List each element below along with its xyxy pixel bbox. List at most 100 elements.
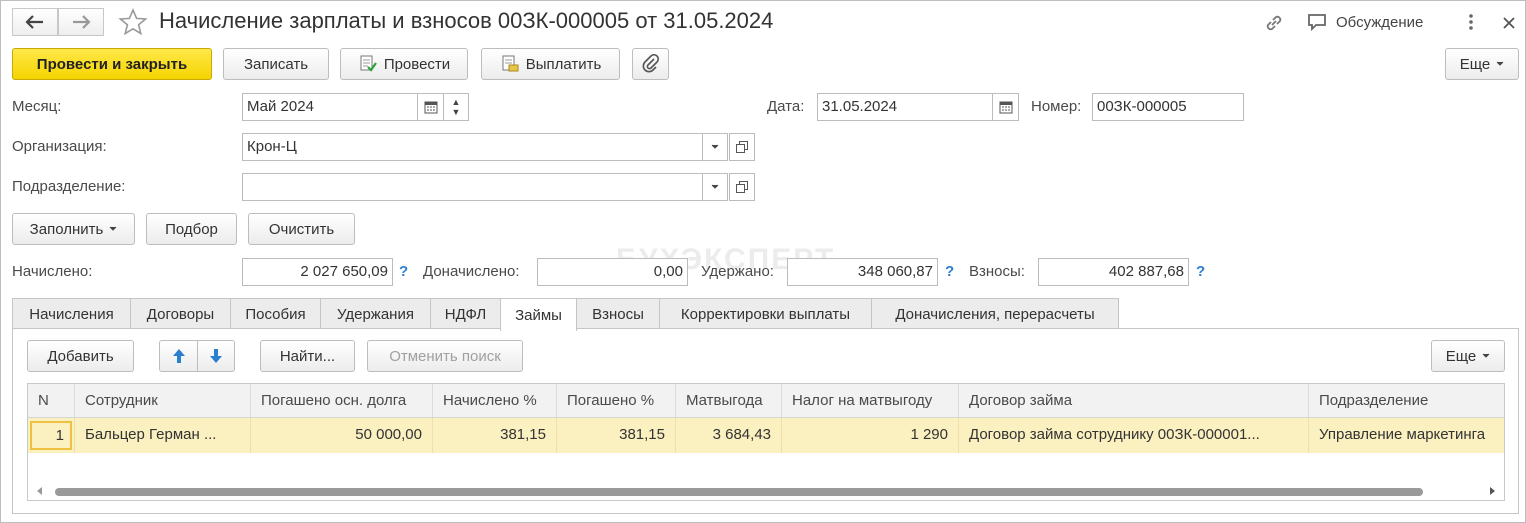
select-button[interactable]: Подбор bbox=[146, 213, 237, 245]
find-button[interactable]: Найти... bbox=[260, 340, 355, 372]
tab-contracts[interactable]: Договоры bbox=[130, 298, 231, 329]
withheld-value: 348 060,87 bbox=[787, 258, 938, 286]
arrow-down-icon bbox=[210, 349, 222, 363]
material-benefit-cell[interactable]: 3 684,43 bbox=[676, 418, 782, 453]
organization-field[interactable]: Крон-Ц bbox=[242, 133, 703, 161]
tab-recalculations[interactable]: Доначисления, перерасчеты bbox=[871, 298, 1119, 329]
column-header-employee[interactable]: Сотрудник bbox=[75, 384, 251, 418]
interest-repaid-cell[interactable]: 381,15 bbox=[557, 418, 676, 453]
contributions-help-icon[interactable]: ? bbox=[1196, 263, 1205, 280]
month-calendar-button[interactable] bbox=[417, 93, 444, 121]
horizontal-scrollbar[interactable] bbox=[29, 484, 1503, 498]
chevron-down-icon bbox=[711, 184, 719, 189]
date-label: Дата: bbox=[767, 98, 805, 115]
loan-contract-cell[interactable]: Договор займа сотруднику 00ЗК-000001... bbox=[959, 418, 1309, 453]
spin-up-icon[interactable]: ▲ bbox=[452, 97, 461, 107]
page-title: Начисление зарплаты и взносов 00ЗК-00000… bbox=[159, 8, 774, 33]
tab-loans[interactable]: Займы bbox=[500, 298, 577, 331]
more-button-label: Еще bbox=[1459, 55, 1491, 73]
tab-ndfl[interactable]: НДФЛ bbox=[430, 298, 501, 329]
column-header-interest-accrued[interactable]: Начислено % bbox=[433, 384, 557, 418]
accrued-value: 2 027 650,09 bbox=[242, 258, 393, 286]
number-field[interactable]: 00ЗК-000005 bbox=[1092, 93, 1244, 121]
department-dropdown-button[interactable] bbox=[702, 173, 728, 201]
save-button[interactable]: Записать bbox=[223, 48, 329, 80]
loans-table: N Сотрудник Погашено осн. долга Начислен… bbox=[27, 383, 1505, 501]
arrow-left-icon bbox=[25, 15, 43, 29]
calendar-icon bbox=[999, 101, 1012, 114]
pay-button[interactable]: Выплатить bbox=[481, 48, 620, 80]
cancel-search-button[interactable]: Отменить поиск bbox=[367, 340, 523, 372]
fill-button[interactable]: Заполнить bbox=[12, 213, 135, 245]
clear-button[interactable]: Очистить bbox=[248, 213, 355, 245]
discussion-button[interactable]: Обсуждение bbox=[1306, 12, 1423, 32]
department-cell[interactable]: Управление маркетинга bbox=[1309, 418, 1504, 453]
arrow-right-icon bbox=[73, 15, 91, 29]
organization-dropdown-button[interactable] bbox=[702, 133, 728, 161]
month-label: Месяц: bbox=[12, 98, 62, 115]
forward-button[interactable] bbox=[58, 8, 104, 36]
more-vertical-icon[interactable] bbox=[1465, 12, 1477, 36]
withheld-help-icon[interactable]: ? bbox=[945, 263, 954, 280]
department-field[interactable] bbox=[242, 173, 703, 201]
chevron-down-icon bbox=[711, 144, 719, 149]
tab-accruals[interactable]: Начисления bbox=[12, 298, 131, 329]
chevron-down-icon bbox=[109, 226, 117, 231]
accrued-help-icon[interactable]: ? bbox=[399, 263, 408, 280]
organization-open-button[interactable] bbox=[729, 133, 755, 161]
employee-cell[interactable]: Бальцер Герман ... bbox=[75, 418, 251, 453]
row-number-cell[interactable]: 1 bbox=[28, 418, 75, 453]
tab-payment-adjustments[interactable]: Корректировки выплаты bbox=[659, 298, 872, 329]
department-open-button[interactable] bbox=[729, 173, 755, 201]
month-field[interactable]: Май 2024 bbox=[242, 93, 418, 121]
tab-benefits[interactable]: Пособия bbox=[230, 298, 321, 329]
scrollbar-thumb[interactable] bbox=[55, 488, 1423, 496]
principal-repaid-cell[interactable]: 50 000,00 bbox=[251, 418, 433, 453]
post-button[interactable]: Провести bbox=[340, 48, 468, 80]
table-more-label: Еще bbox=[1445, 347, 1477, 365]
date-field[interactable]: 31.05.2024 bbox=[817, 93, 993, 121]
withheld-label: Удержано: bbox=[701, 263, 774, 280]
more-button[interactable]: Еще bbox=[1445, 48, 1519, 80]
post-document-icon bbox=[360, 55, 377, 72]
column-header-material-benefit[interactable]: Матвыгода bbox=[676, 384, 782, 418]
add-button[interactable]: Добавить bbox=[27, 340, 134, 372]
column-header-n[interactable]: N bbox=[28, 384, 75, 418]
contributions-value: 402 887,68 bbox=[1038, 258, 1189, 286]
interest-accrued-cell[interactable]: 381,15 bbox=[433, 418, 557, 453]
document-window: Начисление зарплаты и взносов 00ЗК-00000… bbox=[0, 0, 1526, 523]
calendar-icon bbox=[424, 101, 437, 114]
pay-document-icon bbox=[502, 55, 519, 72]
spin-down-icon[interactable]: ▼ bbox=[452, 107, 461, 117]
column-header-interest-repaid[interactable]: Погашено % bbox=[557, 384, 676, 418]
move-up-button[interactable] bbox=[159, 340, 198, 372]
title-bar: Начисление зарплаты и взносов 00ЗК-00000… bbox=[1, 1, 1526, 43]
tab-contributions[interactable]: Взносы bbox=[576, 298, 660, 329]
month-spinner[interactable]: ▲ ▼ bbox=[443, 93, 469, 121]
attach-button[interactable] bbox=[632, 48, 669, 80]
extra-accrued-value: 0,00 bbox=[537, 258, 688, 286]
benefit-tax-cell[interactable]: 1 290 bbox=[782, 418, 959, 453]
contributions-label: Взносы: bbox=[969, 263, 1025, 280]
table-more-button[interactable]: Еще bbox=[1431, 340, 1505, 372]
close-icon[interactable] bbox=[1501, 12, 1517, 36]
post-button-label: Провести bbox=[383, 55, 451, 73]
column-header-department[interactable]: Подразделение bbox=[1309, 384, 1504, 418]
arrow-up-icon bbox=[172, 349, 185, 363]
move-down-button[interactable] bbox=[197, 340, 235, 372]
favorite-star-icon[interactable] bbox=[118, 7, 148, 40]
extra-accrued-label: Доначислено: bbox=[423, 263, 520, 280]
chevron-down-icon bbox=[1482, 353, 1490, 358]
tab-deductions[interactable]: Удержания bbox=[320, 298, 431, 329]
column-header-benefit-tax[interactable]: Налог на матвыгоду bbox=[782, 384, 959, 418]
scroll-left-icon[interactable] bbox=[37, 487, 43, 495]
back-button[interactable] bbox=[12, 8, 58, 36]
column-header-loan-contract[interactable]: Договор займа bbox=[959, 384, 1309, 418]
scroll-right-icon[interactable] bbox=[1489, 487, 1495, 495]
row-number: 1 bbox=[30, 421, 72, 450]
discussion-label: Обсуждение bbox=[1336, 13, 1424, 31]
date-calendar-button[interactable] bbox=[992, 93, 1019, 121]
post-and-close-button[interactable]: Провести и закрыть bbox=[12, 48, 212, 80]
link-icon[interactable] bbox=[1263, 12, 1285, 38]
column-header-principal-repaid[interactable]: Погашено осн. долга bbox=[251, 384, 433, 418]
